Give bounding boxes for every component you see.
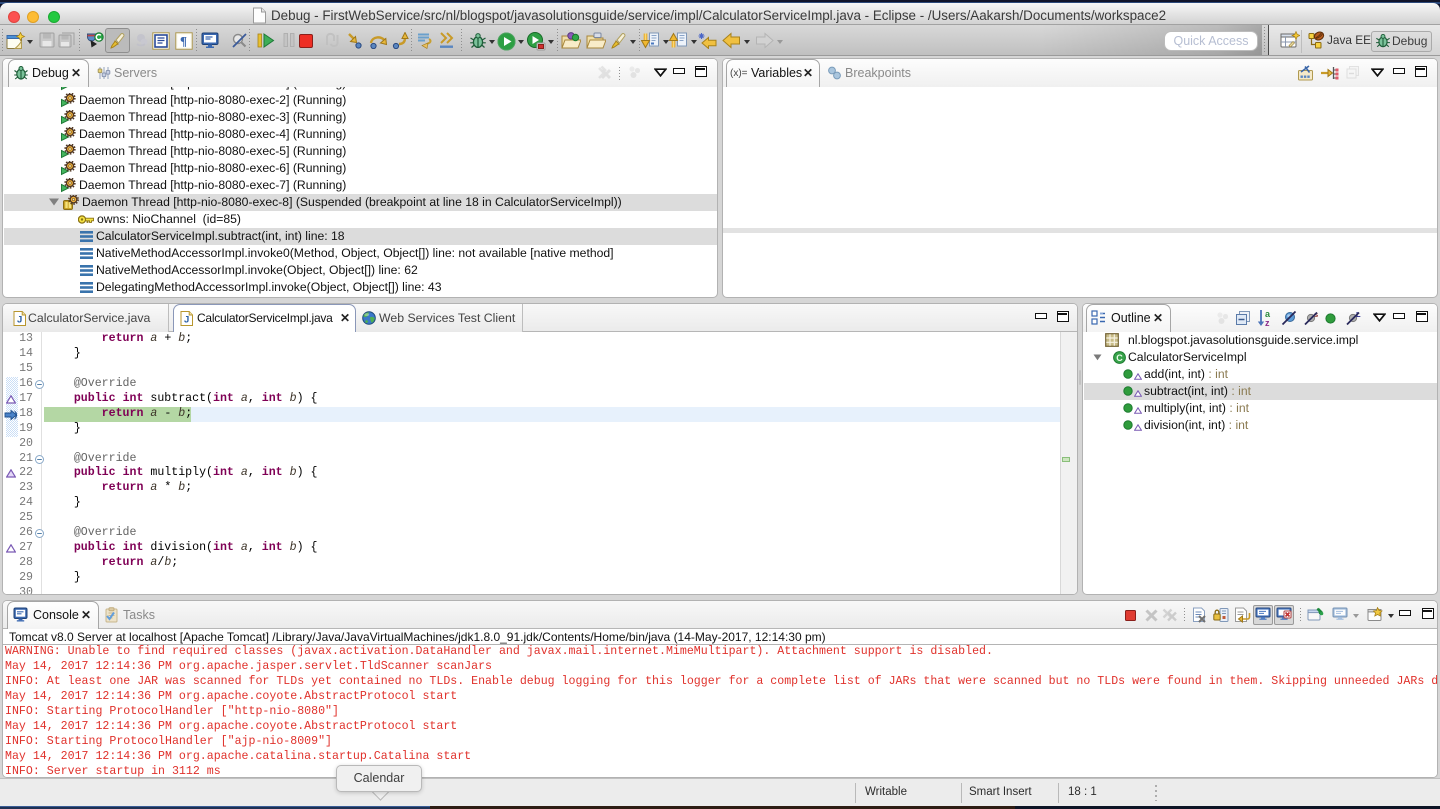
svg-text:z: z <box>1265 318 1270 327</box>
svg-text:¶: ¶ <box>180 34 187 49</box>
svg-text:J: J <box>184 315 189 326</box>
svg-text:C: C <box>1116 353 1123 363</box>
svg-text:J: J <box>17 315 22 326</box>
